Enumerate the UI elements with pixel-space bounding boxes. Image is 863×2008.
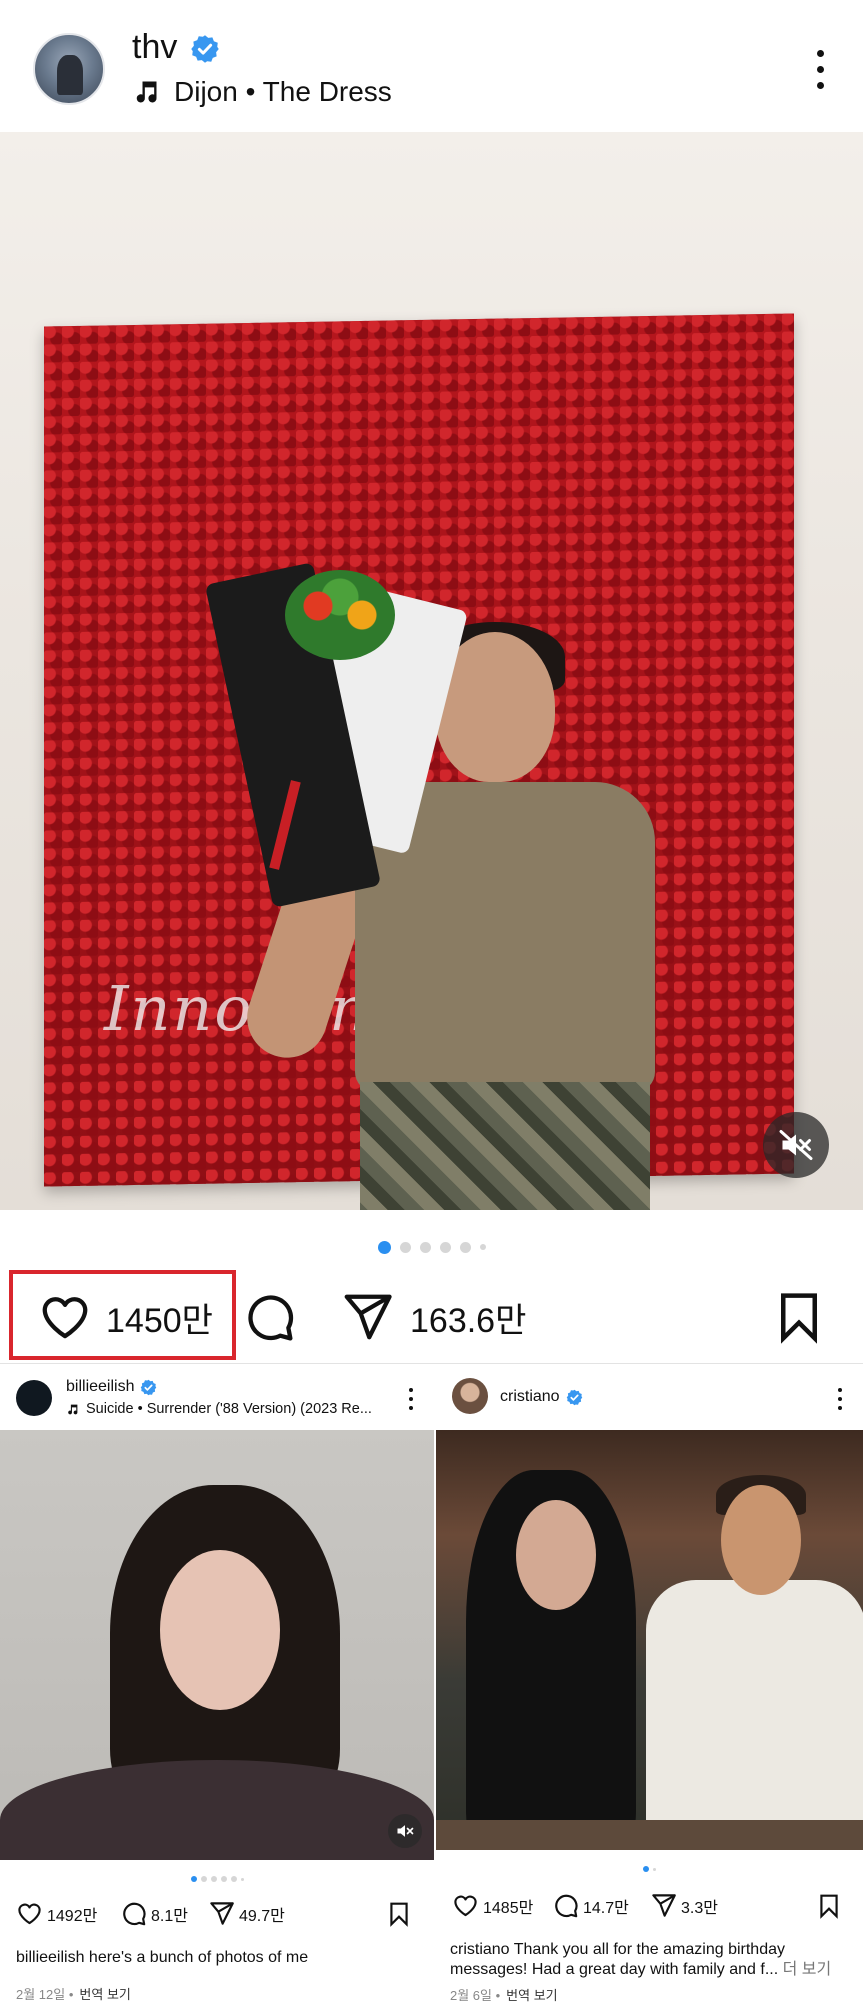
related-posts-grid: billieeilish Suicide • Surrender ('88 Ve… — [0, 1366, 863, 2008]
avatar[interactable] — [16, 1380, 52, 1416]
like-button[interactable]: 1485만 — [452, 1892, 533, 1919]
avatar[interactable] — [33, 33, 105, 105]
save-button[interactable] — [816, 1892, 842, 1920]
see-more-link[interactable]: 더 보기 — [783, 1961, 832, 1978]
comment-button[interactable]: 14.7만 — [552, 1892, 629, 1919]
grid-post-header: billieeilish Suicide • Surrender ('88 Ve… — [0, 1366, 434, 1428]
comment-count: 14.7만 — [583, 1899, 629, 1917]
comment-button[interactable] — [242, 1290, 296, 1344]
caption-text: cristiano Thank you all for the amazing … — [450, 1941, 785, 1978]
verified-badge-icon — [191, 35, 219, 63]
speaker-muted-icon — [397, 1825, 414, 1837]
grid-post-caption[interactable]: cristiano Thank you all for the amazing … — [450, 1940, 850, 1980]
more-options-icon[interactable] — [837, 1388, 843, 1412]
mute-button[interactable] — [388, 1814, 422, 1848]
post-date: 2월 6일 — [450, 1988, 492, 2003]
bookmark-icon — [820, 1894, 838, 1919]
action-bar: 1450만 163.6만 — [0, 1268, 863, 1364]
translate-link[interactable]: 번역 보기 — [506, 1988, 557, 2003]
share-count: 49.7만 — [239, 1907, 285, 1925]
heart-icon — [454, 1895, 477, 1917]
like-count: 1485만 — [483, 1899, 534, 1917]
share-count: 3.3만 — [681, 1899, 718, 1917]
mute-button[interactable] — [763, 1112, 829, 1178]
verified-badge-icon — [566, 1389, 582, 1405]
heart-icon — [42, 1297, 88, 1339]
grid-post-image[interactable] — [436, 1430, 863, 1850]
grid-post-username: cristiano — [500, 1388, 560, 1405]
main-post-image[interactable]: Innocent is ty — [0, 132, 863, 1210]
comment-button[interactable]: 8.1만 — [120, 1900, 188, 1927]
username[interactable]: thv — [132, 28, 177, 67]
comment-count: 8.1만 — [151, 1907, 188, 1925]
carousel-dot — [419, 1241, 431, 1253]
share-button[interactable]: 49.7만 — [208, 1900, 285, 1927]
grid-post-image[interactable] — [0, 1430, 434, 1860]
comment-icon — [123, 1902, 146, 1926]
save-button[interactable] — [386, 1900, 412, 1928]
carousel-dot — [459, 1241, 471, 1253]
translate-link[interactable]: 번역 보기 — [79, 1987, 130, 2002]
music-track[interactable]: Dijon • The Dress — [132, 76, 392, 108]
grid-post-user[interactable]: billieeilish — [66, 1378, 157, 1396]
music-note-icon — [136, 81, 157, 103]
send-icon — [652, 1894, 676, 1917]
carousel-indicator — [0, 1240, 863, 1254]
bookmark-icon — [781, 1293, 817, 1344]
carousel-dot-active — [377, 1240, 391, 1254]
carousel-indicator — [0, 1876, 434, 1882]
post-header: thv Dijon • The Dress — [0, 0, 863, 132]
share-button[interactable]: 163.6만 — [340, 1290, 526, 1344]
avatar[interactable] — [452, 1378, 488, 1414]
grid-post-header: cristiano — [436, 1366, 863, 1428]
bookmark-icon — [390, 1902, 408, 1927]
post-date: 2월 12일 — [16, 1987, 66, 2002]
grid-post-actions: 1492만 8.1만 49.7만 — [0, 1896, 434, 1930]
carousel-dot — [439, 1241, 451, 1253]
grid-post-date: 2월 6일 • 번역 보기 — [450, 1988, 558, 2003]
like-button[interactable]: 1492만 — [16, 1900, 97, 1927]
carousel-dot — [479, 1244, 486, 1250]
grid-post[interactable]: cristiano 1485만 14.7만 3.3만 cristiano Tha… — [436, 1366, 863, 2008]
send-icon — [344, 1294, 392, 1340]
send-icon — [210, 1902, 234, 1925]
comment-icon — [248, 1295, 294, 1341]
grid-post-user[interactable]: cristiano — [500, 1388, 583, 1406]
caption-text: billieeilish here's a bunch of photos of… — [16, 1949, 309, 1966]
speaker-muted-icon — [779, 1130, 813, 1160]
music-label: Dijon • The Dress — [174, 76, 392, 107]
share-count: 163.6만 — [410, 1301, 527, 1340]
like-button[interactable]: 1450만 — [38, 1290, 213, 1344]
save-button[interactable] — [772, 1290, 826, 1344]
like-count: 1450만 — [106, 1301, 213, 1340]
bouquet — [204, 550, 469, 910]
verified-badge-icon — [141, 1379, 157, 1395]
more-options-icon[interactable] — [408, 1388, 414, 1412]
comment-icon — [555, 1894, 578, 1918]
carousel-dot — [399, 1241, 411, 1253]
grid-post-music[interactable]: Suicide • Surrender ('88 Version) (2023 … — [66, 1401, 372, 1417]
grid-post[interactable]: billieeilish Suicide • Surrender ('88 Ve… — [0, 1366, 434, 2008]
grid-post-actions: 1485만 14.7만 3.3만 — [436, 1888, 863, 1922]
share-button[interactable]: 3.3만 — [650, 1892, 718, 1919]
grid-post-username: billieeilish — [66, 1378, 135, 1395]
heart-icon — [18, 1903, 41, 1925]
music-note-icon — [68, 1404, 78, 1414]
like-count: 1492만 — [47, 1907, 98, 1925]
grid-post-date: 2월 12일 • 번역 보기 — [16, 1987, 131, 2002]
grid-post-music-label: Suicide • Surrender ('88 Version) (2023 … — [86, 1401, 372, 1417]
more-options-icon[interactable] — [815, 50, 825, 90]
grid-post-caption[interactable]: billieeilish here's a bunch of photos of… — [16, 1948, 416, 1968]
carousel-indicator — [436, 1866, 863, 1872]
